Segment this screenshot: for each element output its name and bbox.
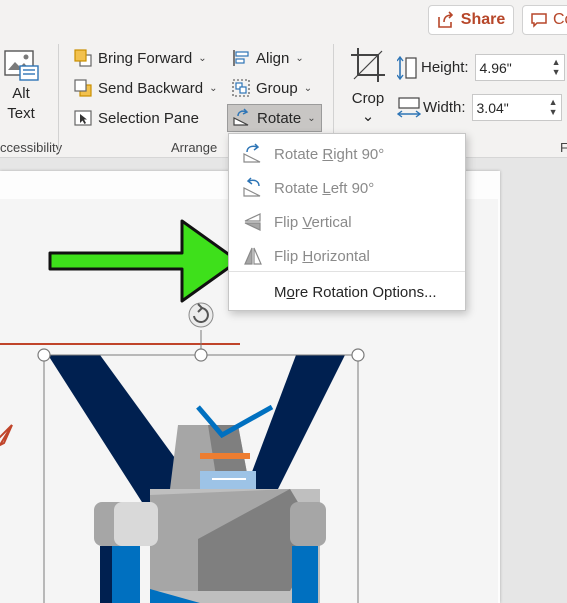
chevron-down-icon[interactable]: ⌄ bbox=[209, 83, 217, 94]
menu-separator bbox=[229, 271, 465, 272]
crop-label: Crop bbox=[351, 90, 385, 107]
menu-item-label: Flip Horizontal bbox=[274, 247, 370, 265]
menu-item-flip-horizontal[interactable]: Flip Horizontal bbox=[229, 240, 465, 272]
selection-pane-label: Selection Pane bbox=[98, 109, 199, 127]
menu-item-label: Rotate Left 90° bbox=[274, 179, 375, 197]
alt-text-label-2: Text bbox=[7, 105, 35, 122]
rotate-right-icon bbox=[243, 143, 261, 163]
send-backward-icon bbox=[74, 79, 92, 97]
menu-item-rotate-right[interactable]: Rotate Right 90° bbox=[229, 138, 465, 170]
flip-horizontal-icon bbox=[244, 247, 262, 265]
resize-handle-top-right[interactable] bbox=[351, 348, 365, 362]
flip-vertical-icon bbox=[244, 213, 261, 231]
ribbon-separator bbox=[58, 44, 59, 152]
green-pointer-arrow bbox=[48, 219, 240, 303]
width-label: Width: bbox=[423, 99, 466, 116]
selection-pane-button[interactable]: Selection Pane bbox=[73, 108, 199, 128]
width-control: Width: 3.04" ▲ ▼ bbox=[397, 94, 562, 121]
bring-forward-label: Bring Forward bbox=[98, 49, 193, 67]
height-input[interactable]: 4.96" ▲ ▼ bbox=[474, 54, 565, 81]
alt-text-icon bbox=[4, 50, 39, 81]
rotate-icon bbox=[233, 108, 249, 126]
selection-pane-icon bbox=[74, 110, 92, 126]
crop-icon bbox=[351, 48, 385, 82]
menu-item-more-rotation-options[interactable]: More Rotation Options... bbox=[229, 276, 465, 308]
bring-forward-icon bbox=[74, 49, 92, 67]
align-button[interactable]: Align ⌄ bbox=[231, 48, 304, 68]
partial-red-arrow-icon bbox=[0, 424, 13, 447]
share-icon bbox=[437, 11, 453, 28]
alt-text-label-1: Alt bbox=[12, 85, 30, 102]
height-value: 4.96" bbox=[479, 59, 512, 76]
bring-forward-button[interactable]: Bring Forward ⌄ bbox=[73, 48, 207, 68]
chevron-down-icon[interactable]: ⌄ bbox=[307, 113, 315, 124]
chevron-down-icon[interactable]: ⌄ bbox=[198, 53, 206, 64]
resize-handle-top-left[interactable] bbox=[37, 348, 51, 362]
height-icon bbox=[397, 55, 417, 80]
accessibility-group-label: ccessibility bbox=[0, 140, 63, 155]
width-spinner[interactable]: ▲ ▼ bbox=[549, 97, 558, 117]
height-label: Height: bbox=[421, 59, 469, 76]
size-group-label: F bbox=[560, 140, 567, 155]
resize-handle-top[interactable] bbox=[194, 348, 208, 362]
menu-item-rotate-left[interactable]: Rotate Left 90° bbox=[229, 172, 465, 204]
menu-item-flip-vertical[interactable]: Flip Vertical bbox=[229, 206, 465, 238]
chevron-down-icon[interactable]: ⌄ bbox=[348, 107, 388, 125]
menu-item-label: More Rotation Options... bbox=[274, 283, 437, 301]
arrange-group-label: Arrange bbox=[171, 140, 218, 155]
rotate-button[interactable]: Rotate ⌄ bbox=[227, 104, 322, 132]
title-bar: Share Co bbox=[0, 0, 567, 38]
send-backward-button[interactable]: Send Backward ⌄ bbox=[73, 78, 217, 98]
height-control: Height: 4.96" ▲ ▼ bbox=[397, 54, 565, 81]
rotate-label: Rotate bbox=[257, 109, 302, 127]
send-backward-label: Send Backward bbox=[98, 79, 204, 97]
align-label: Align bbox=[256, 49, 290, 67]
menu-item-label: Rotate Right 90° bbox=[274, 145, 385, 163]
rotation-handle-icon[interactable] bbox=[188, 302, 214, 328]
share-button[interactable]: Share bbox=[428, 5, 514, 35]
group-icon bbox=[232, 79, 250, 97]
menu-item-label: Flip Vertical bbox=[274, 213, 352, 231]
rotate-dropdown-menu: Rotate Right 90° Rotate Left 90° Flip Ve… bbox=[228, 133, 466, 311]
share-label: Share bbox=[460, 11, 506, 28]
comment-icon bbox=[531, 13, 547, 28]
comments-label: Co bbox=[553, 11, 567, 28]
group-label: Group bbox=[256, 79, 298, 97]
chevron-down-icon[interactable]: ⌄ bbox=[295, 53, 303, 64]
robot-image[interactable] bbox=[48, 355, 345, 603]
group-button[interactable]: Group ⌄ bbox=[231, 78, 312, 98]
comments-button[interactable]: Co bbox=[522, 5, 567, 35]
alt-text-button[interactable]: Alt Text bbox=[0, 48, 42, 124]
width-icon bbox=[397, 96, 421, 118]
rotate-left-icon bbox=[243, 177, 261, 197]
width-value: 3.04" bbox=[476, 99, 509, 116]
crop-button[interactable]: Crop ⌄ bbox=[348, 46, 388, 125]
width-input[interactable]: 3.04" ▲ ▼ bbox=[471, 94, 562, 121]
height-spinner[interactable]: ▲ ▼ bbox=[552, 57, 561, 77]
align-icon bbox=[233, 50, 249, 66]
chevron-down-icon[interactable]: ⌄ bbox=[304, 83, 312, 94]
